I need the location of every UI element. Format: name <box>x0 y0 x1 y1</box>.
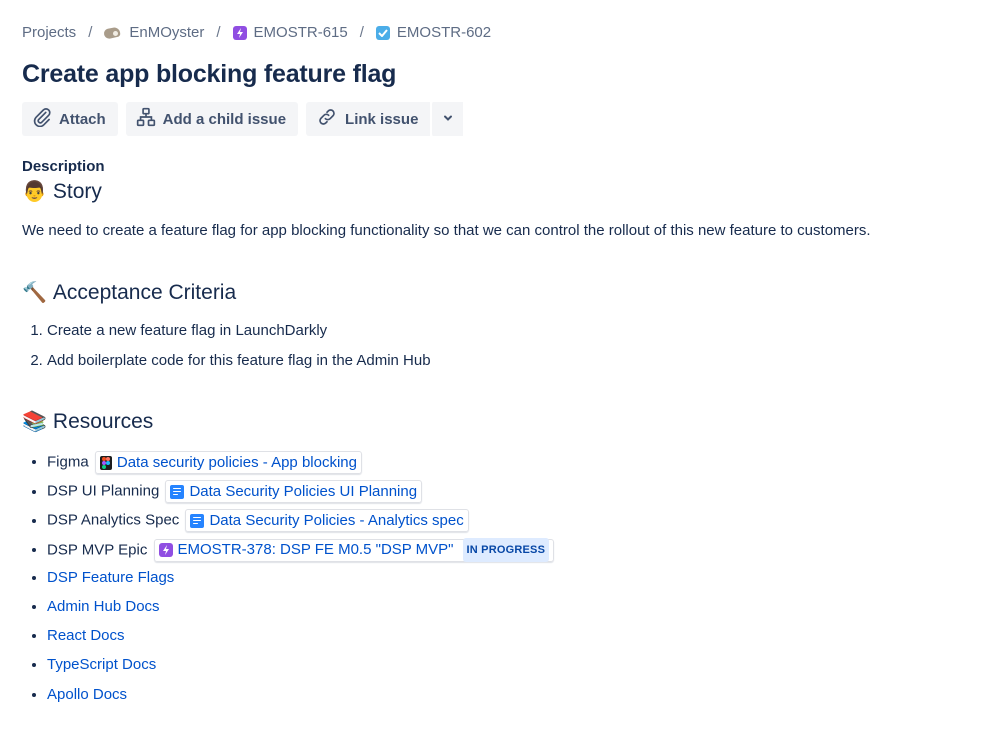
link-icon <box>316 107 338 131</box>
breadcrumb-project-label: EnMOyster <box>129 24 205 41</box>
resource-label: DSP Analytics Spec <box>47 511 180 529</box>
story-heading: 👨 Story <box>22 180 102 204</box>
list-item: Figma Data security policies - App block… <box>47 451 554 480</box>
breadcrumb-epic[interactable]: EMOSTR-615 <box>232 24 348 41</box>
story-heading-label: Story <box>52 180 102 203</box>
paperclip-icon <box>32 107 52 131</box>
resources-heading: 📚 Resources <box>22 410 153 434</box>
person-emoji-icon: 👨 <box>22 181 47 203</box>
story-text: We need to create a feature flag for app… <box>22 222 871 239</box>
link-issue-group: Link issue <box>306 102 464 136</box>
link-apollo-docs[interactable]: Apollo Docs <box>47 686 127 703</box>
add-child-label: Add a child issue <box>162 110 287 128</box>
smart-link-mvp-epic[interactable]: EMOSTR-378: DSP FE M0.5 "DSP MVP" IN PRO… <box>153 538 555 563</box>
document-icon <box>170 484 185 499</box>
link-typescript-docs[interactable]: TypeScript Docs <box>47 656 156 673</box>
description-label: Description <box>22 158 105 175</box>
smart-link-figma[interactable]: Data security policies - App blocking <box>94 451 362 474</box>
smart-link-label: EMOSTR-378: DSP FE M0.5 "DSP MVP" <box>177 541 454 559</box>
status-badge: IN PROGRESS <box>462 538 550 563</box>
smart-link-analytics-spec[interactable]: Data Security Policies - Analytics spec <box>185 509 469 533</box>
acceptance-heading: 🔨 Acceptance Criteria <box>22 281 236 305</box>
acceptance-list: Create a new feature flag in LaunchDarkl… <box>22 321 431 380</box>
smart-link-ui-planning[interactable]: Data Security Policies UI Planning <box>165 480 423 504</box>
list-item: Admin Hub Docs <box>47 597 554 626</box>
link-dsp-feature-flags[interactable]: DSP Feature Flags <box>47 569 174 586</box>
attach-label: Attach <box>59 110 106 128</box>
list-item: DSP MVP Epic EMOSTR-378: DSP FE M0.5 "DS… <box>47 538 555 568</box>
add-child-issue-button[interactable]: Add a child issue <box>125 102 299 136</box>
issue-toolbar: Attach Add a child issue Link issue <box>22 102 464 136</box>
attach-button[interactable]: Attach <box>22 102 118 136</box>
document-icon <box>190 513 205 528</box>
list-item: DSP UI Planning Data Security Policies U… <box>47 480 554 509</box>
epic-icon <box>158 543 173 558</box>
hammer-emoji-icon: 🔨 <box>22 282 47 304</box>
list-item: DSP Analytics Spec Data Security Policie… <box>47 509 554 538</box>
breadcrumb: Projects / EnMOyster / EMOSTR-615 / EMOS… <box>22 24 491 41</box>
link-issue-button[interactable]: Link issue <box>306 102 431 136</box>
smart-link-label: Data security policies - App blocking <box>116 453 357 471</box>
resource-label: DSP UI Planning <box>47 482 160 500</box>
list-item: React Docs <box>47 626 554 655</box>
chevron-down-icon <box>442 111 454 128</box>
list-item: Apollo Docs <box>47 685 554 714</box>
resource-label: DSP MVP Epic <box>47 541 148 559</box>
epic-icon <box>232 25 247 40</box>
link-issue-label: Link issue <box>345 110 419 128</box>
figma-icon <box>99 455 112 470</box>
link-react-docs[interactable]: React Docs <box>47 627 125 644</box>
breadcrumb-separator: / <box>88 24 93 41</box>
books-emoji-icon: 📚 <box>22 411 47 433</box>
task-icon <box>375 25 390 40</box>
smart-link-label: Data Security Policies UI Planning <box>189 482 418 500</box>
resources-list: Figma Data security policies - App block… <box>22 451 555 714</box>
breadcrumb-issue[interactable]: EMOSTR-602 <box>375 24 492 41</box>
breadcrumb-issue-label: EMOSTR-602 <box>396 24 492 41</box>
smart-link-label: Data Security Policies - Analytics spec <box>209 511 464 529</box>
page-title[interactable]: Create app blocking feature flag <box>22 60 396 89</box>
list-item: DSP Feature Flags <box>47 568 554 597</box>
link-admin-hub-docs[interactable]: Admin Hub Docs <box>47 598 160 615</box>
list-item: Add boilerplate code for this feature fl… <box>47 351 431 381</box>
list-item: TypeScript Docs <box>47 655 554 684</box>
oyster-project-icon <box>103 25 122 40</box>
hierarchy-icon <box>136 107 156 131</box>
more-actions-button[interactable] <box>430 102 464 136</box>
breadcrumb-separator: / <box>359 24 364 41</box>
resources-heading-label: Resources <box>52 410 154 433</box>
acceptance-heading-label: Acceptance Criteria <box>52 281 237 304</box>
breadcrumb-projects[interactable]: Projects <box>22 24 76 41</box>
breadcrumb-separator: / <box>216 24 221 41</box>
breadcrumb-project[interactable]: EnMOyster <box>103 24 205 41</box>
breadcrumb-epic-label: EMOSTR-615 <box>253 24 348 41</box>
resource-label: Figma <box>47 453 89 471</box>
list-item: Create a new feature flag in LaunchDarkl… <box>47 321 431 351</box>
